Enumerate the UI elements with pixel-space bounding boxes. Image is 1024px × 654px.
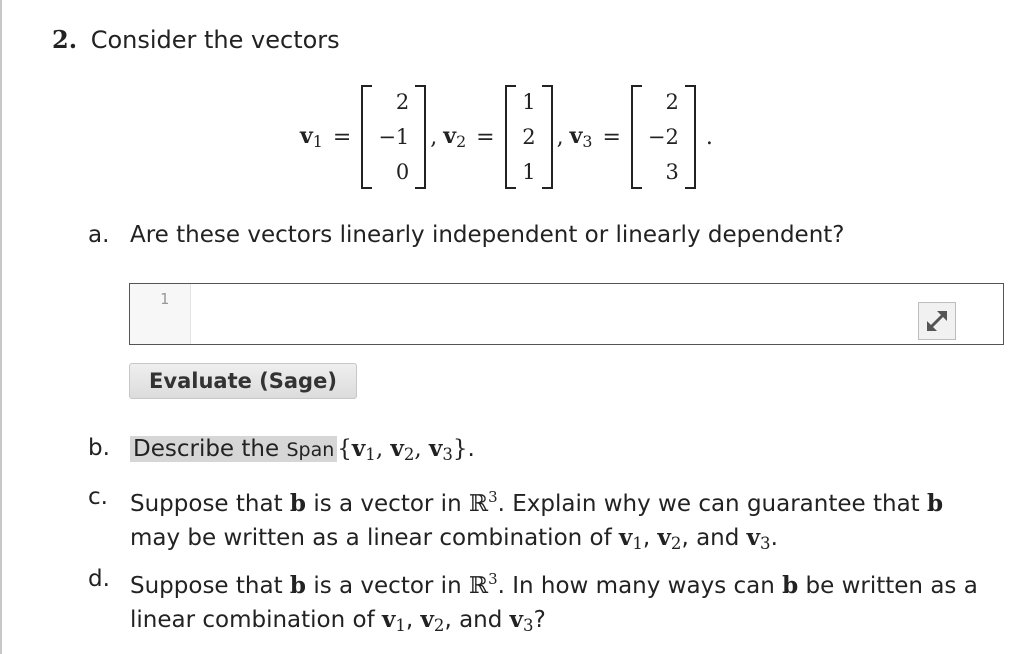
highlighted-text: Describe the Span bbox=[130, 436, 338, 462]
problem-intro: Consider the vectors bbox=[90, 26, 340, 54]
v1-entry: −1 bbox=[378, 125, 410, 149]
part-c-question: Suppose that b is a vector in ℝ3. Explai… bbox=[130, 488, 944, 554]
left-border bbox=[0, 0, 2, 654]
v3-entry: 2 bbox=[665, 90, 679, 114]
part-b-question: Describe the Span {v1, v2, v3}. bbox=[130, 432, 475, 471]
v1-entry: 0 bbox=[395, 160, 410, 184]
vector-equation: v1 = 2 −1 0 , v2 = 1 2 1 , v3 = 2 −2 3 . bbox=[300, 82, 713, 192]
line-number: 1 bbox=[160, 290, 170, 308]
v2-entry: 1 bbox=[522, 90, 536, 114]
v3-matrix: 2 −2 3 bbox=[630, 85, 696, 189]
sage-code-cell[interactable]: 1 bbox=[129, 283, 1004, 345]
v3-entry: −2 bbox=[647, 125, 679, 149]
part-d-question: Suppose that b is a vector in ℝ3. In how… bbox=[130, 570, 978, 636]
v1-entry: 2 bbox=[395, 90, 410, 114]
part-c-letter: c. bbox=[88, 484, 108, 510]
expand-button[interactable] bbox=[918, 302, 956, 340]
part-b-letter: b. bbox=[88, 435, 110, 461]
v2-matrix: 1 2 1 bbox=[504, 85, 553, 189]
v1-matrix: 2 −1 0 bbox=[361, 85, 427, 189]
span-set: {v1, v2, v3} bbox=[337, 435, 468, 465]
evaluate-sage-button[interactable]: Evaluate (Sage) bbox=[129, 363, 357, 399]
problem-number: 2. bbox=[52, 25, 78, 54]
v3-entry: 3 bbox=[665, 160, 679, 184]
part-d-letter: d. bbox=[88, 566, 110, 592]
v1-label: v1 bbox=[300, 123, 323, 151]
v2-entry: 1 bbox=[522, 160, 536, 184]
v3-label: v3 bbox=[569, 123, 593, 151]
problem-heading: 2. Consider the vectors bbox=[52, 22, 340, 58]
v2-label: v2 bbox=[443, 123, 467, 151]
expand-arrows-icon bbox=[927, 311, 947, 331]
part-a-letter: a. bbox=[88, 222, 110, 248]
line-gutter: 1 bbox=[130, 284, 191, 344]
part-a-question: Are these vectors linearly independent o… bbox=[130, 222, 845, 248]
v2-entry: 2 bbox=[522, 125, 536, 149]
